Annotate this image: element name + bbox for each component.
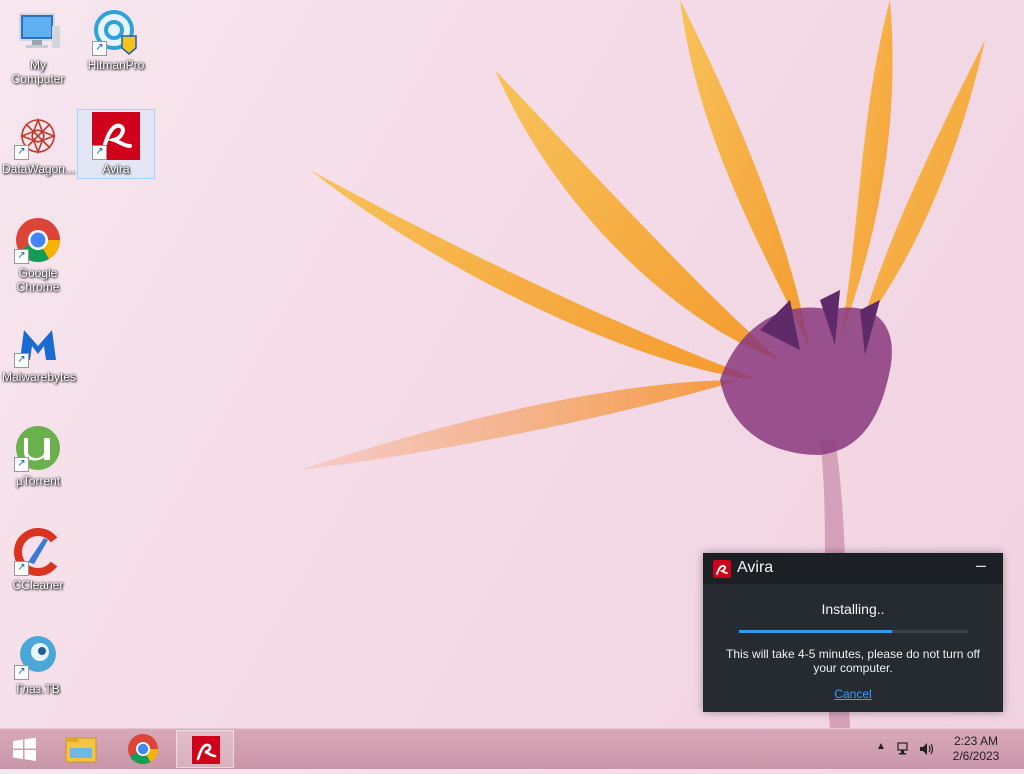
volume-icon[interactable] bbox=[918, 741, 936, 757]
desktop-icon-label: Google Chrome bbox=[16, 266, 60, 294]
popup-title: Avira bbox=[737, 559, 774, 576]
install-message: This will take 4-5 minutes, please do no… bbox=[726, 647, 980, 675]
windows-start-icon bbox=[13, 737, 36, 761]
taskbar-avira[interactable] bbox=[176, 730, 234, 768]
computer-icon bbox=[14, 8, 62, 56]
desktop-icon-utorrent[interactable]: ↗ µTorrent bbox=[0, 422, 76, 488]
desktop-icon-datawagon[interactable]: ↗ DataWagon... bbox=[0, 110, 76, 176]
desktop-icon-label: DataWagon... bbox=[2, 162, 75, 176]
desktop-icon-label: CCleaner bbox=[12, 578, 64, 592]
cancel-link[interactable]: Cancel bbox=[703, 687, 1003, 701]
shortcut-arrow-icon: ↗ bbox=[92, 145, 107, 160]
desktop-icon-malwarebytes[interactable]: ↗ Malwarebytes bbox=[0, 318, 76, 384]
desktop-icon-hitmanpro[interactable]: ↗ HitmanPro bbox=[78, 6, 154, 72]
malwarebytes-icon: ↗ bbox=[14, 320, 62, 368]
datawagon-icon: ↗ bbox=[14, 112, 62, 160]
install-progress-fill bbox=[739, 630, 893, 633]
shortcut-arrow-icon: ↗ bbox=[92, 41, 107, 56]
ccleaner-icon: ↗ bbox=[14, 528, 62, 576]
desktop-icon-glaz-tv[interactable]: ↗ Глаз.ТВ bbox=[0, 630, 76, 696]
start-button[interactable] bbox=[4, 730, 44, 768]
glaz-tv-icon: ↗ bbox=[14, 632, 62, 680]
network-icon[interactable] bbox=[896, 741, 912, 757]
avira-icon: ↗ bbox=[92, 112, 140, 160]
show-hidden-icons-button[interactable]: ▲ bbox=[876, 741, 886, 752]
desktop-icon-label: µTorrent bbox=[15, 474, 61, 488]
desktop-icon-label: Avira bbox=[102, 162, 130, 176]
taskbar-file-explorer[interactable] bbox=[52, 730, 110, 768]
desktop-icon-label: HitmanPro bbox=[87, 58, 145, 72]
desktop-icon-google-chrome[interactable]: ↗ Google Chrome bbox=[0, 214, 76, 294]
desktop-icon-avira[interactable]: ↗ Avira bbox=[77, 109, 155, 179]
hitmanpro-icon: ↗ bbox=[92, 8, 140, 56]
install-progress-bar bbox=[739, 630, 968, 633]
avira-logo-icon bbox=[713, 560, 731, 578]
file-explorer-icon bbox=[65, 737, 97, 763]
chrome-icon bbox=[128, 734, 158, 765]
taskbar: ▲ 2:23 AM 2/6/2023 bbox=[0, 728, 1024, 769]
taskbar-chrome[interactable] bbox=[114, 730, 172, 768]
minimize-button[interactable]: – bbox=[973, 555, 989, 576]
system-tray: ▲ 2:23 AM 2/6/2023 bbox=[864, 729, 1024, 769]
shortcut-arrow-icon: ↗ bbox=[14, 561, 29, 576]
shortcut-arrow-icon: ↗ bbox=[14, 249, 29, 264]
shortcut-arrow-icon: ↗ bbox=[14, 457, 29, 472]
clock-date: 2/6/2023 bbox=[952, 749, 1000, 763]
avira-icon bbox=[192, 736, 220, 764]
desktop-icon-label: Malwarebytes bbox=[2, 370, 77, 384]
desktop-icon-label: My Computer bbox=[11, 58, 65, 86]
shortcut-arrow-icon: ↗ bbox=[14, 665, 29, 680]
clock-time: 2:23 AM bbox=[953, 734, 999, 748]
shortcut-arrow-icon: ↗ bbox=[14, 353, 29, 368]
install-status: Installing.. bbox=[821, 601, 885, 617]
desktop-icon-label: Глаз.ТВ bbox=[16, 682, 60, 696]
shortcut-arrow-icon: ↗ bbox=[14, 145, 29, 160]
avira-installer-window: Avira – Installing.. This will take 4-5 … bbox=[703, 553, 1003, 712]
desktop-icon-ccleaner[interactable]: ↗ CCleaner bbox=[0, 526, 76, 592]
taskbar-clock[interactable]: 2:23 AM 2/6/2023 bbox=[946, 734, 1006, 764]
popup-titlebar[interactable]: Avira – bbox=[703, 553, 1003, 584]
utorrent-icon: ↗ bbox=[14, 424, 62, 472]
desktop-icon-my-computer[interactable]: My Computer bbox=[0, 6, 76, 86]
chrome-icon: ↗ bbox=[14, 216, 62, 264]
